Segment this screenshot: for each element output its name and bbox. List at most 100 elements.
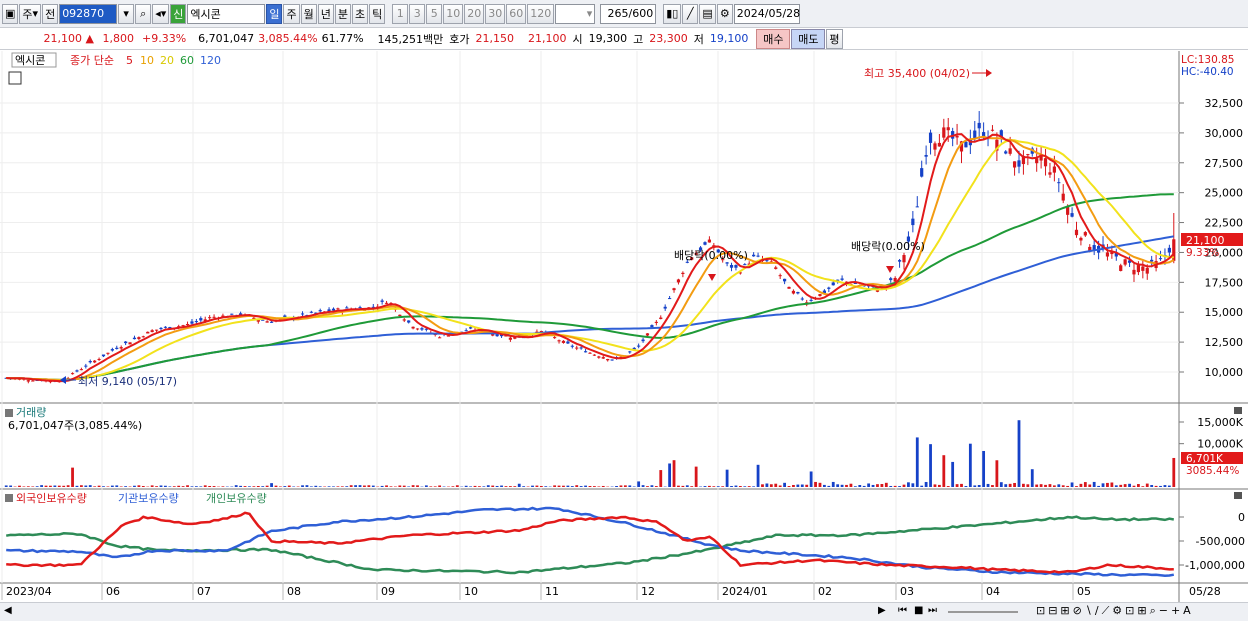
volume-bar bbox=[672, 460, 676, 487]
period-week[interactable]: 주 bbox=[283, 3, 300, 24]
candle-type-icon[interactable]: ▮▯ bbox=[663, 3, 682, 24]
candle-body bbox=[1017, 160, 1021, 167]
volume-bar bbox=[1057, 484, 1061, 487]
volume-bar bbox=[455, 485, 459, 487]
volume-bar bbox=[168, 486, 172, 487]
stop-icon[interactable]: ■ bbox=[914, 605, 923, 616]
volume-bar bbox=[4, 485, 8, 487]
volume-bar bbox=[363, 485, 366, 487]
sound-icon[interactable]: ◂▾ bbox=[152, 3, 170, 24]
buy-button[interactable]: 매수 bbox=[756, 28, 791, 49]
window-menu-icon[interactable]: ▣ bbox=[2, 3, 19, 24]
volume-bar bbox=[93, 486, 97, 487]
scroll-right-icon[interactable]: ▶ bbox=[878, 605, 886, 616]
date-input[interactable]: 2024/05/28 bbox=[733, 3, 800, 24]
zoom-tools-icon[interactable]: ⊡⊟⊞⊘∖∕⟋⚙⊡⊞⌕−+A bbox=[1036, 604, 1194, 618]
price-tick-label: 25,000 bbox=[1205, 187, 1244, 200]
stock-name-field[interactable]: 엑시콘 bbox=[187, 3, 266, 24]
candle-body bbox=[893, 278, 897, 282]
volume-bar bbox=[234, 485, 238, 487]
candle-body bbox=[924, 155, 928, 157]
prev-button[interactable]: 전 bbox=[42, 3, 59, 24]
volume-bar bbox=[716, 486, 720, 487]
volume-bar bbox=[517, 483, 521, 487]
candle-body bbox=[398, 314, 402, 317]
candle-body bbox=[743, 264, 747, 266]
period-tick[interactable]: 틱 bbox=[369, 3, 386, 24]
minute-10[interactable]: 10 bbox=[443, 3, 464, 24]
volume-bar bbox=[256, 486, 260, 487]
count-value: 265 bbox=[607, 7, 629, 20]
save-icon[interactable]: ▤ bbox=[699, 3, 716, 24]
volume-bar bbox=[1110, 482, 1114, 487]
period-second[interactable]: 초 bbox=[351, 3, 369, 24]
volume-bar bbox=[367, 485, 371, 487]
minute-3[interactable]: 3 bbox=[409, 3, 426, 24]
minute-20[interactable]: 20 bbox=[464, 3, 485, 24]
table-icon[interactable] bbox=[8, 71, 22, 85]
minute-60[interactable]: 60 bbox=[506, 3, 527, 24]
candle-body bbox=[645, 333, 650, 336]
dividend-note-2: 배당락(0.00%) bbox=[851, 240, 925, 253]
minute-30[interactable]: 30 bbox=[485, 3, 506, 24]
eval-button[interactable]: 평 bbox=[826, 28, 843, 49]
volume-bar bbox=[862, 485, 866, 487]
period-minute[interactable]: 분 bbox=[334, 3, 351, 24]
volume-bar bbox=[9, 485, 13, 487]
market-select[interactable]: 주 ▾ bbox=[19, 3, 42, 24]
forward-icon[interactable]: ⏭ bbox=[928, 605, 937, 616]
minute-5[interactable]: 5 bbox=[426, 3, 443, 24]
volume-bar bbox=[986, 483, 990, 487]
turnover: 61.77% bbox=[321, 32, 364, 45]
scroll-left-icon[interactable]: ◀ bbox=[4, 605, 12, 616]
period-month[interactable]: 월 bbox=[300, 3, 317, 24]
legend-individual: 개인보유수량 bbox=[206, 492, 267, 505]
count-input[interactable]: 265/600 bbox=[600, 3, 657, 24]
volume-bar bbox=[75, 485, 79, 487]
open-label: 시 bbox=[572, 32, 583, 46]
time-tick-label: 03 bbox=[900, 585, 914, 598]
legend-ma120: 120 bbox=[200, 54, 221, 67]
volume-ratio: 3,085.44% bbox=[258, 32, 318, 45]
volume-bar bbox=[562, 485, 565, 487]
minute-120[interactable]: 120 bbox=[527, 3, 555, 24]
candle-body bbox=[212, 316, 216, 318]
current-volume-pct: 3085.44% bbox=[1186, 465, 1239, 477]
volume-bar bbox=[66, 485, 70, 487]
custom-period-select[interactable]: ▾ bbox=[555, 3, 596, 24]
code-dropdown-icon[interactable]: ▾ bbox=[118, 3, 135, 24]
candle-body bbox=[964, 141, 968, 148]
minute-1[interactable]: 1 bbox=[392, 3, 409, 24]
volume-bar bbox=[84, 485, 88, 487]
candle-body bbox=[778, 275, 782, 277]
market-label: 주 bbox=[22, 7, 33, 21]
volume-bar bbox=[429, 486, 433, 487]
rewind-icon[interactable]: ⏮ bbox=[898, 605, 907, 616]
candle-body bbox=[1061, 193, 1065, 201]
horizontal-scrollbar[interactable]: ◀ ▶ ⏮ ■ ⏭ ⊡⊟⊞⊘∖∕⟋⚙⊡⊞⌕−+A bbox=[0, 602, 1248, 621]
volume-bar bbox=[1137, 484, 1140, 487]
volume-bar bbox=[119, 486, 123, 487]
search-icon[interactable]: ⌕ bbox=[135, 3, 152, 24]
period-day[interactable]: 일 bbox=[266, 3, 283, 24]
candle-body bbox=[668, 298, 672, 300]
volume-bar bbox=[623, 485, 627, 487]
candle-body bbox=[1150, 259, 1154, 262]
period-year[interactable]: 년 bbox=[317, 3, 334, 24]
volume-bar bbox=[438, 485, 442, 487]
volume-bar bbox=[1172, 457, 1176, 487]
volume-bar bbox=[765, 483, 769, 487]
volume-bar bbox=[1132, 485, 1136, 487]
stock-code-input[interactable]: 092870 bbox=[59, 3, 118, 24]
draw-tools-icon[interactable]: ╱ bbox=[682, 3, 699, 24]
volume-panel-close-icon[interactable] bbox=[1234, 407, 1242, 414]
chart-area[interactable]: 엑시콘 종가 단순 5 10 20 60 120 LC:130.85 HC:-4… bbox=[0, 51, 1248, 621]
zoom-slider[interactable] bbox=[948, 611, 1018, 613]
candle-body bbox=[902, 255, 906, 263]
holdings-panel-close-icon[interactable] bbox=[1234, 492, 1242, 499]
volume-bar bbox=[199, 486, 203, 487]
gear-icon[interactable]: ⚙ bbox=[716, 3, 733, 24]
volume-bar bbox=[1154, 485, 1158, 487]
candle-body bbox=[150, 330, 154, 333]
sell-button[interactable]: 매도 bbox=[791, 28, 826, 49]
